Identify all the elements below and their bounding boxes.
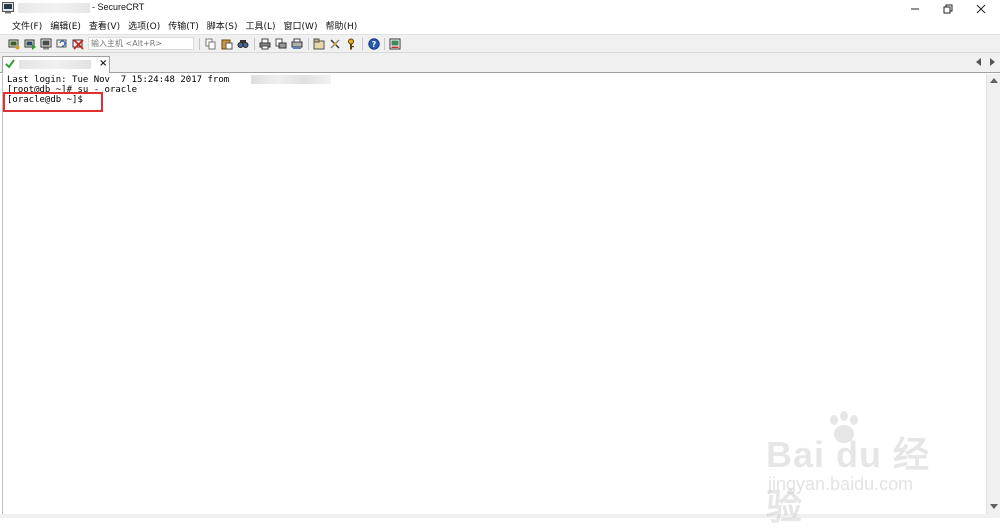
scroll-down-icon[interactable] <box>990 502 998 510</box>
terminal-line-last-login: Last login: Tue Nov 7 15:24:48 2017 from <box>7 75 230 85</box>
host-input[interactable] <box>88 37 194 50</box>
close-window-button[interactable] <box>966 0 996 17</box>
title-bar: - SecureCRT <box>0 0 1000 17</box>
menu-help[interactable]: 帮助(H) <box>321 19 361 32</box>
key-icon[interactable] <box>345 38 357 50</box>
menu-view[interactable]: 查看(V) <box>85 19 124 32</box>
terminal-scrollbar[interactable] <box>986 74 1000 514</box>
find-icon[interactable] <box>237 38 249 50</box>
menu-window[interactable]: 窗口(W) <box>280 19 322 32</box>
menu-script[interactable]: 脚本(S) <box>203 19 242 32</box>
print-icon[interactable] <box>259 38 271 50</box>
minimize-button[interactable] <box>900 0 930 17</box>
session-options-icon[interactable] <box>313 38 325 50</box>
watermark-site: jingyan.baidu.com <box>768 474 914 494</box>
help-icon[interactable]: ? <box>368 38 380 50</box>
menu-transfer[interactable]: 传输(T) <box>164 19 203 32</box>
tab-scroll-left-icon[interactable] <box>975 58 983 66</box>
menu-file[interactable]: 文件(F) <box>8 19 46 32</box>
toolbar: ? <box>0 34 1000 53</box>
blurred-session-name <box>18 3 90 13</box>
quick-connect-icon[interactable] <box>24 38 36 50</box>
restore-icon <box>943 4 953 13</box>
tab-scroll-right-icon[interactable] <box>988 58 996 66</box>
restore-button[interactable] <box>933 0 963 17</box>
blurred-tab-label <box>19 60 91 69</box>
menu-bar: 文件(F) 编辑(E) 查看(V) 选项(O) 传输(T) 脚本(S) 工具(L… <box>0 17 1000 34</box>
print-setup-icon[interactable] <box>291 38 303 50</box>
disconnect-icon[interactable] <box>72 38 84 50</box>
securecrt-app-icon[interactable] <box>2 2 14 14</box>
reconnect-icon[interactable] <box>56 38 68 50</box>
copy-icon[interactable] <box>205 38 217 50</box>
global-options-icon[interactable] <box>329 38 341 50</box>
blurred-ip-address <box>251 75 331 84</box>
toolbar-separator <box>199 38 200 50</box>
toolbar-separator <box>254 38 255 50</box>
session-tab[interactable]: × <box>2 56 110 73</box>
print-selection-icon[interactable] <box>275 38 287 50</box>
prompt-highlight-box <box>3 92 103 112</box>
tab-close-button[interactable]: × <box>99 58 107 69</box>
connect-in-tab-icon[interactable] <box>40 38 52 50</box>
about-icon[interactable] <box>389 38 401 50</box>
svg-text:?: ? <box>372 40 377 49</box>
toolbar-separator <box>308 38 309 50</box>
toolbar-separator <box>384 38 385 50</box>
minimize-icon <box>911 8 919 9</box>
menu-edit[interactable]: 编辑(E) <box>46 19 85 32</box>
close-icon <box>976 4 986 13</box>
connect-icon[interactable] <box>8 38 20 50</box>
menu-options[interactable]: 选项(O) <box>124 19 164 32</box>
session-tab-bar: × <box>0 53 1000 73</box>
window-title: - SecureCRT <box>92 2 145 12</box>
baidu-watermark: Bai du 经验 jingyan.baidu.com <box>742 410 952 527</box>
toolbar-separator <box>362 38 363 50</box>
menu-tools[interactable]: 工具(L) <box>242 19 280 32</box>
paste-icon[interactable] <box>221 38 233 50</box>
scroll-up-icon[interactable] <box>990 77 998 85</box>
connected-check-icon <box>5 59 15 69</box>
